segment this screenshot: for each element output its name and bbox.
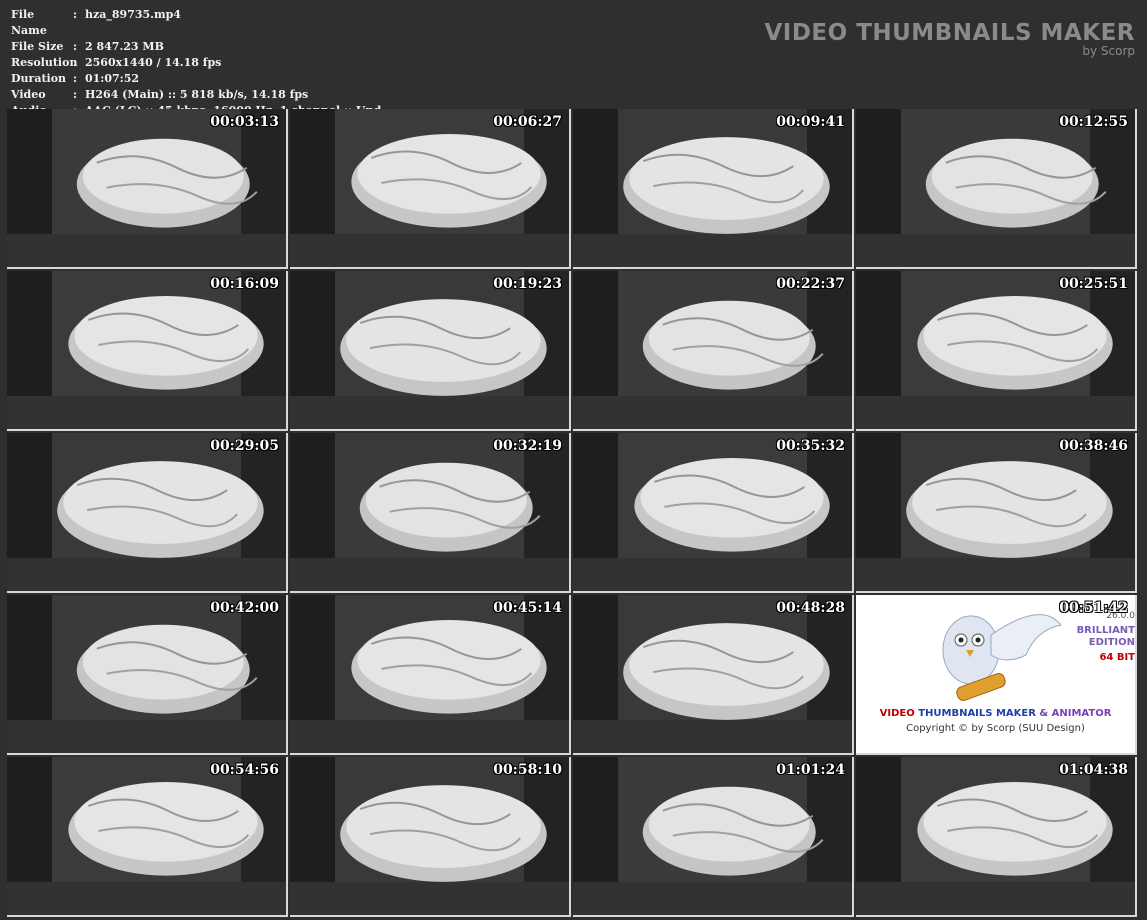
thumbnail-frame[interactable]: 00:29:05 bbox=[7, 433, 288, 593]
video-frame-scene bbox=[856, 757, 1135, 915]
thumbnail-timestamp: 00:09:41 bbox=[776, 114, 845, 130]
thumbnail-frame[interactable]: 00:19:23 bbox=[290, 271, 571, 431]
duration-value: 01:07:52 bbox=[85, 72, 140, 85]
colon: : bbox=[73, 8, 78, 21]
file-name-value: hza_89735.mp4 bbox=[85, 8, 181, 21]
brand-watermark: VIDEO THUMBNAILS MAKER by Scorp bbox=[764, 20, 1135, 58]
thumbnail-frame[interactable]: 00:12:55 bbox=[856, 109, 1137, 269]
thumbnail-frame[interactable]: 00:03:13 bbox=[7, 109, 288, 269]
thumbnail-timestamp: 00:51:42 bbox=[1059, 600, 1128, 616]
thumbnail-frame[interactable]: 00:06:27 bbox=[290, 109, 571, 269]
brand-subtitle: by Scorp bbox=[1082, 44, 1135, 58]
video-frame-scene bbox=[290, 109, 569, 267]
file-name-row: File Name: hza_89735.mp4 bbox=[11, 7, 381, 39]
logo-word-animator: & ANIMATOR bbox=[1039, 708, 1112, 719]
thumbnail-timestamp: 01:04:38 bbox=[1059, 762, 1128, 778]
colon: : bbox=[73, 88, 78, 101]
logo-word-video: VIDEO bbox=[879, 708, 915, 719]
thumbnail-timestamp: 00:32:19 bbox=[493, 438, 562, 454]
thumbnail-timestamp: 00:25:51 bbox=[1059, 276, 1128, 292]
thumbnail-timestamp: 00:54:56 bbox=[210, 762, 279, 778]
video-frame-scene bbox=[856, 433, 1135, 591]
video-frame-scene bbox=[856, 271, 1135, 429]
duration-label: Duration bbox=[11, 72, 67, 85]
thumbnail-timestamp: 00:58:10 bbox=[493, 762, 562, 778]
logo-product-name: VIDEO THUMBNAILS MAKER & ANIMATOR bbox=[856, 708, 1135, 719]
video-frame-scene bbox=[7, 109, 286, 267]
thumbnail-timestamp: 00:29:05 bbox=[210, 438, 279, 454]
logo-copyright: Copyright © by Scorp (SUU Design) bbox=[906, 723, 1085, 734]
video-frame-scene bbox=[573, 109, 852, 267]
thumbnail-frame[interactable]: 00:32:19 bbox=[290, 433, 571, 593]
thumbnail-frame[interactable]: 00:48:28 bbox=[573, 595, 854, 755]
thumbnail-timestamp: 00:03:13 bbox=[210, 114, 279, 130]
thumbnail-grid: 00:03:13 00:06:27 00:09:41 00:12:55 00:16:09… bbox=[7, 109, 1141, 919]
thumbnail-frame[interactable]: 00:38:46 bbox=[856, 433, 1137, 593]
thumbnail-frame[interactable]: 00:35:32 bbox=[573, 433, 854, 593]
duration-row: Duration:01:07:52 bbox=[11, 71, 381, 87]
video-frame-scene bbox=[290, 271, 569, 429]
thumbnail-frame[interactable]: 01:04:38 bbox=[856, 757, 1137, 917]
thumbnail-frame[interactable]: 00:22:37 bbox=[573, 271, 854, 431]
resolution-value: 2560x1440 / 14.18 fps bbox=[85, 56, 222, 69]
file-size-row: File Size:2 847.23 MB bbox=[11, 39, 381, 55]
video-frame-scene bbox=[573, 271, 852, 429]
thumbnail-timestamp: 00:06:27 bbox=[493, 114, 562, 130]
video-frame-scene bbox=[573, 433, 852, 591]
thumbnail-timestamp: 00:16:09 bbox=[210, 276, 279, 292]
video-frame-scene bbox=[7, 271, 286, 429]
thumbnail-frame[interactable]: 01:01:24 bbox=[573, 757, 854, 917]
thumbnail-frame[interactable]: 00:09:41 bbox=[573, 109, 854, 269]
video-frame-scene bbox=[573, 595, 852, 753]
thumbnail-timestamp: 00:19:23 bbox=[493, 276, 562, 292]
video-frame-scene bbox=[290, 433, 569, 591]
logo-bitness: 64 BIT bbox=[1099, 652, 1135, 663]
thumbnail-timestamp: 00:12:55 bbox=[1059, 114, 1128, 130]
colon: : bbox=[73, 56, 78, 69]
thumbnail-timestamp: 00:45:14 bbox=[493, 600, 562, 616]
video-row: Video: H264 (Main) :: 5 818 kb/s, 14.18 f… bbox=[11, 87, 381, 103]
colon: : bbox=[73, 40, 78, 53]
logo-edition-2: EDITION bbox=[1088, 637, 1135, 648]
thumbnail-frame[interactable]: 00:54:56 bbox=[7, 757, 288, 917]
thumbnail-timestamp: 00:48:28 bbox=[776, 600, 845, 616]
video-frame-scene bbox=[7, 595, 286, 753]
brand-title: VIDEO THUMBNAILS MAKER bbox=[764, 20, 1135, 46]
video-frame-scene bbox=[7, 757, 286, 915]
video-frame-scene bbox=[290, 595, 569, 753]
video-frame-scene bbox=[290, 757, 569, 915]
resolution-row: Resolution:2560x1440 / 14.18 fps bbox=[11, 55, 381, 71]
logo-word-thumbnails-maker: THUMBNAILS MAKER bbox=[918, 708, 1036, 719]
file-metadata: File Name: hza_89735.mp4 File Size:2 847.… bbox=[11, 7, 381, 119]
info-header: File Name: hza_89735.mp4 File Size:2 847.… bbox=[0, 0, 1147, 117]
video-frame-scene bbox=[856, 109, 1135, 267]
logo-edition: BRILLIANT bbox=[1076, 625, 1135, 636]
resolution-label: Resolution bbox=[11, 56, 78, 69]
thumbnail-frame[interactable]: 00:42:00 bbox=[7, 595, 288, 755]
video-label: Video bbox=[11, 88, 46, 101]
video-frame-scene bbox=[573, 757, 852, 915]
thumbnail-frame[interactable]: 00:25:51 bbox=[856, 271, 1137, 431]
colon: : bbox=[73, 72, 78, 85]
thumbnail-frame[interactable]: 00:16:09 bbox=[7, 271, 288, 431]
thumbnail-timestamp: 00:22:37 bbox=[776, 276, 845, 292]
file-size-value: 2 847.23 MB bbox=[85, 40, 164, 53]
file-size-label: File Size bbox=[11, 40, 64, 53]
thumbnail-frame[interactable]: 00:45:14 bbox=[290, 595, 571, 755]
thumbnail-frame[interactable]: 26.0.0 BRILLIANT EDITION 64 BIT VIDEO THUMBN… bbox=[856, 595, 1137, 755]
video-frame-scene bbox=[7, 433, 286, 591]
thumbnail-timestamp: 00:42:00 bbox=[210, 600, 279, 616]
thumbnail-timestamp: 00:38:46 bbox=[1059, 438, 1128, 454]
thumbnail-timestamp: 00:35:32 bbox=[776, 438, 845, 454]
thumbnail-timestamp: 01:01:24 bbox=[776, 762, 845, 778]
file-name-label: File Name bbox=[11, 8, 47, 37]
thumbnail-frame[interactable]: 00:58:10 bbox=[290, 757, 571, 917]
video-value: H264 (Main) :: 5 818 kb/s, 14.18 fps bbox=[85, 88, 309, 101]
